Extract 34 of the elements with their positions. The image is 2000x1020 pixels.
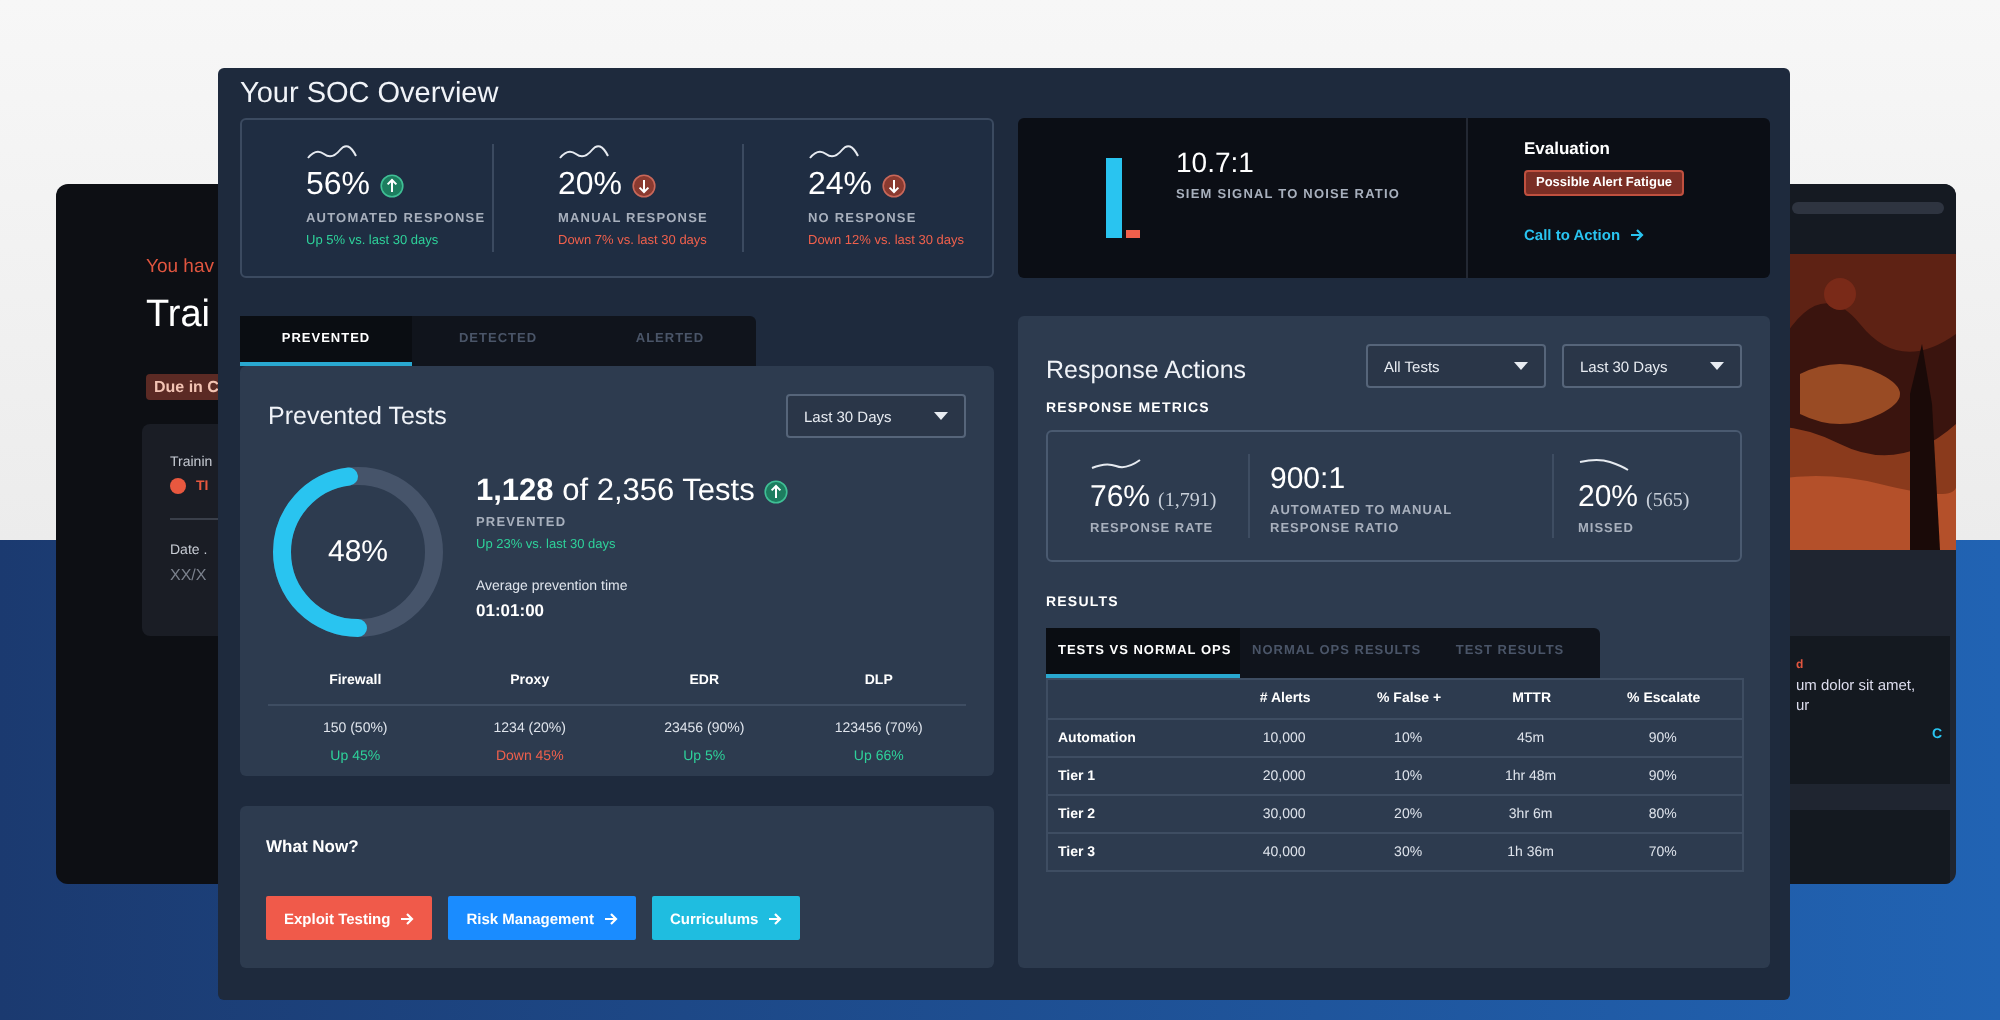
ratio-value: 10.7:1 bbox=[1176, 146, 1256, 178]
card-title: What Now? bbox=[266, 836, 361, 856]
tests-count: 1,128 of 2,356 Tests bbox=[476, 474, 755, 510]
notice-text: You hav bbox=[146, 256, 214, 278]
arrow-right-icon bbox=[768, 911, 783, 925]
card-title: Prevented Tests bbox=[268, 402, 447, 430]
caret-icon bbox=[1710, 362, 1724, 370]
sparkline-icon bbox=[1090, 455, 1142, 474]
arrow-right-icon bbox=[400, 911, 415, 925]
metric-value: 24% bbox=[808, 168, 873, 204]
arrow-right-icon bbox=[1630, 228, 1645, 242]
average-value: 01:01:00 bbox=[476, 600, 545, 620]
status-dot bbox=[170, 478, 186, 494]
sparkline-icon bbox=[558, 144, 610, 162]
caret-icon bbox=[1514, 362, 1528, 370]
metric-value: 56% bbox=[306, 168, 371, 204]
donut-percent: 48% bbox=[327, 537, 389, 567]
caret-icon bbox=[934, 412, 948, 420]
sparkline-icon bbox=[1578, 455, 1630, 474]
card-title: Trai bbox=[146, 294, 211, 338]
sparkline-icon bbox=[808, 144, 860, 162]
metric-count: (1,791) bbox=[1158, 489, 1217, 512]
signal-noise-bars-drawing bbox=[1106, 158, 1140, 238]
card-title: Response Actions bbox=[1046, 356, 1247, 384]
metric-count: (565) bbox=[1646, 489, 1690, 512]
metric-value: 900:1 bbox=[1270, 461, 1346, 496]
arrow-right-icon bbox=[603, 911, 618, 925]
metric-value: 20% bbox=[1578, 479, 1639, 514]
metric-value: 20% bbox=[558, 168, 623, 204]
evaluation-title: Evaluation bbox=[1524, 138, 1610, 158]
window-title: Your SOC Overview bbox=[240, 78, 501, 110]
date-value: XX/X bbox=[170, 566, 209, 584]
metric-value: 76% bbox=[1090, 479, 1151, 514]
sparkline-icon bbox=[306, 144, 358, 162]
